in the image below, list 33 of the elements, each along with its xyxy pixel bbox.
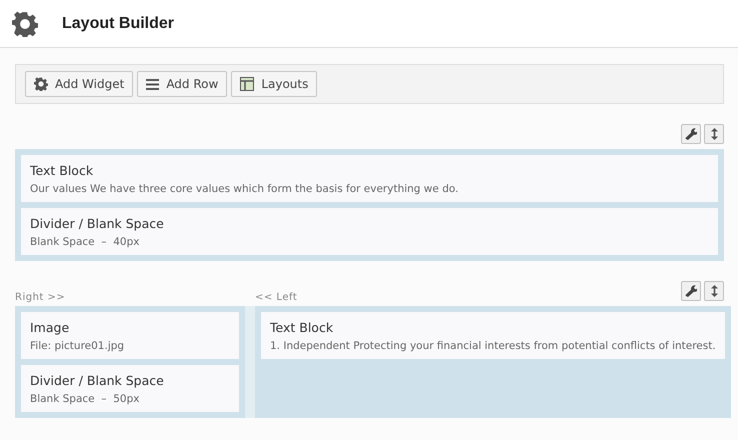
- widget-title: Divider / Blank Space: [30, 373, 165, 388]
- widget-card[interactable]: Text Block Our values We have three core values which form the basis for everything we do.: [21, 155, 718, 202]
- widget-summary: Blank Space – 50px: [30, 393, 140, 405]
- widget-card[interactable]: Text Block 1. Independent Protecting your financial interests from potential conflicts of interest.: [261, 312, 725, 359]
- widget-card[interactable]: Divider / Blank Space Blank Space – 50px: [21, 365, 239, 412]
- toolbar-button[interactable]: Layouts: [231, 71, 318, 97]
- widget-card[interactable]: Image File: picture01.jpg: [21, 312, 239, 359]
- page-title: Layout Builder: [62, 14, 174, 32]
- up-down-arrow-icon: [710, 285, 718, 297]
- layout-grid-icon: [240, 77, 254, 91]
- gear-icon: [34, 77, 48, 91]
- widget-card[interactable]: Divider / Blank Space Blank Space – 40px: [21, 208, 718, 255]
- widget-title: Image: [30, 320, 70, 335]
- wrench-button[interactable]: [681, 281, 701, 301]
- widget-summary: Blank Space – 40px: [30, 236, 140, 248]
- widget-title: Divider / Blank Space: [30, 216, 165, 231]
- wrench-icon: [685, 128, 697, 140]
- column-label: Right >>: [15, 292, 66, 303]
- up-down-arrow-icon: [710, 128, 718, 140]
- widget-summary: File: picture01.jpg: [30, 340, 126, 352]
- move-button[interactable]: [704, 124, 724, 144]
- widget-summary: Our values We have three core values which form the basis for everything we do.: [30, 183, 460, 195]
- wrench-button[interactable]: [681, 124, 701, 144]
- widget-title: Text Block: [270, 320, 334, 335]
- wrench-icon: [685, 285, 697, 297]
- toolbar-button[interactable]: Add Row: [137, 71, 228, 97]
- menu-icon: [146, 78, 160, 90]
- widget-title: Text Block: [30, 163, 94, 178]
- widget-summary: 1. Independent Protecting your financial interests from potential conflicts of interest.: [270, 340, 716, 352]
- toolbar-button[interactable]: Add Widget: [25, 71, 134, 97]
- column-label: << Left: [255, 292, 298, 303]
- gear-icon: [12, 10, 38, 36]
- move-button[interactable]: [704, 281, 724, 301]
